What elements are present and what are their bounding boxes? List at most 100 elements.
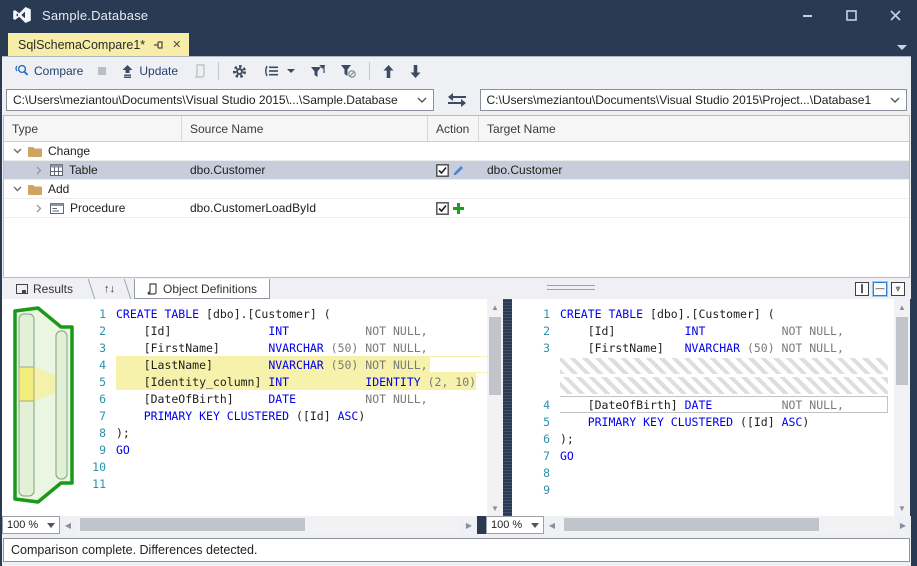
app-window: Sample.Database SqlSchemaCompare1* ✕ Com… xyxy=(0,0,917,566)
target-definition-pane[interactable]: 1CREATE TABLE [dbo].[Customer] (2 [Id] I… xyxy=(512,299,894,516)
tab-results-label: Results xyxy=(33,282,73,296)
tab-object-definitions[interactable]: Object Definitions xyxy=(134,279,270,299)
splitter-grip[interactable] xyxy=(547,285,595,293)
line-number: 9 xyxy=(86,443,106,457)
clear-filter-icon xyxy=(341,65,356,78)
scrollbar-thumb[interactable] xyxy=(489,317,501,395)
scrollbar-thumb[interactable] xyxy=(80,518,305,531)
group-results-button[interactable] xyxy=(257,62,301,80)
options-button[interactable] xyxy=(226,61,253,82)
pane-splitter[interactable] xyxy=(503,299,512,516)
expander-icon[interactable] xyxy=(34,166,44,175)
column-header-action[interactable]: Action xyxy=(428,116,479,141)
diff-grid-row[interactable]: Change xyxy=(4,142,909,161)
type-cell: Table xyxy=(69,163,98,177)
collapse-pane-button[interactable]: ⩔ xyxy=(891,282,905,296)
line-number: 6 xyxy=(86,392,106,406)
source-horizontal-scrollbar[interactable] xyxy=(76,516,461,534)
scroll-right-icon[interactable]: ▶ xyxy=(461,516,477,534)
chevron-down-icon xyxy=(417,97,427,103)
diff-grid-row[interactable]: Add xyxy=(4,180,909,199)
tab-sort[interactable]: ↑↓ xyxy=(98,279,121,299)
scroll-left-icon[interactable]: ◀ xyxy=(544,516,560,534)
source-definition-pane[interactable]: 1CREATE TABLE [dbo].[Customer] (2 [Id] I… xyxy=(2,299,487,516)
column-header-source-name[interactable]: Source Name xyxy=(182,116,428,141)
split-horizontal-button[interactable]: — xyxy=(873,282,887,296)
target-zoom-select[interactable]: 100 % xyxy=(486,516,544,534)
type-cell: Change xyxy=(48,144,90,158)
target-path: C:\Users\meziantou\Documents\Visual Stud… xyxy=(487,93,885,107)
expander-icon[interactable] xyxy=(34,204,44,213)
target-code-line: 8 xyxy=(530,464,894,481)
diff-overview-map[interactable] xyxy=(6,303,82,511)
target-code-line: 4 [DateOfBirth] DATE NOT NULL, xyxy=(530,396,894,413)
minimize-button[interactable] xyxy=(785,0,829,30)
expander-icon[interactable] xyxy=(12,148,22,154)
filter-button[interactable] xyxy=(305,62,331,81)
diff-grid-row[interactable]: Proceduredbo.CustomerLoadById xyxy=(4,199,909,218)
previous-difference-button[interactable] xyxy=(377,62,400,81)
split-vertical-button[interactable]: ❙ xyxy=(855,282,869,296)
diff-grid-row[interactable]: Tabledbo.Customerdbo.Customer xyxy=(4,161,909,180)
source-code-line: 10 xyxy=(86,458,487,475)
include-checkbox[interactable] xyxy=(436,164,449,177)
tab-list-dropdown-icon[interactable] xyxy=(897,45,907,50)
tab-close-icon[interactable]: ✕ xyxy=(172,38,181,51)
edit-pencil-icon xyxy=(452,164,465,177)
status-message: Comparison complete. Differences detecte… xyxy=(11,543,257,557)
maximize-button[interactable] xyxy=(829,0,873,30)
close-button[interactable] xyxy=(873,0,917,30)
source-vertical-scrollbar[interactable]: ▲ ▼ xyxy=(487,299,503,516)
scroll-left-icon[interactable]: ◀ xyxy=(60,516,76,534)
target-code-line: 9 xyxy=(530,481,894,498)
target-horizontal-scrollbar[interactable] xyxy=(560,516,895,534)
target-name-cell: dbo.Customer xyxy=(487,163,562,177)
diff-grid-body: ChangeTabledbo.Customerdbo.CustomerAddPr… xyxy=(4,142,909,218)
source-database-select[interactable]: C:\Users\meziantou\Documents\Visual Stud… xyxy=(6,89,434,111)
next-difference-button[interactable] xyxy=(404,62,427,81)
pane-splitter xyxy=(477,516,486,534)
object-definitions-icon xyxy=(147,283,158,295)
toolbar-separator xyxy=(218,62,219,80)
column-header-target-name[interactable]: Target Name xyxy=(479,116,909,141)
column-header-type[interactable]: Type xyxy=(4,116,182,141)
swap-source-target-button[interactable] xyxy=(440,88,474,112)
scrollbar-thumb[interactable] xyxy=(564,518,819,531)
source-code-line: 1CREATE TABLE [dbo].[Customer] ( xyxy=(86,305,487,322)
results-icon xyxy=(16,284,28,294)
visual-studio-logo-icon xyxy=(12,7,32,23)
expander-icon[interactable] xyxy=(12,186,22,192)
chevron-down-icon xyxy=(890,97,900,103)
scroll-up-icon[interactable]: ▲ xyxy=(894,299,910,315)
source-zoom-select[interactable]: 100 % xyxy=(2,516,60,534)
line-number: 8 xyxy=(530,466,550,480)
target-database-select[interactable]: C:\Users\meziantou\Documents\Visual Stud… xyxy=(480,89,908,111)
compare-button[interactable]: Compare xyxy=(8,61,89,81)
status-bar: Comparison complete. Differences detecte… xyxy=(3,538,910,562)
document-tab[interactable]: SqlSchemaCompare1* ✕ xyxy=(8,33,189,56)
update-button[interactable]: Update xyxy=(115,61,184,81)
scroll-right-icon[interactable]: ▶ xyxy=(895,516,911,534)
scroll-down-icon[interactable]: ▼ xyxy=(487,500,503,516)
target-vertical-scrollbar[interactable]: ▲ ▼ xyxy=(894,299,910,516)
clear-filter-button[interactable] xyxy=(335,62,362,81)
line-number: 7 xyxy=(86,409,106,423)
tab-results[interactable]: Results xyxy=(4,279,85,299)
include-checkbox[interactable] xyxy=(436,202,449,215)
arrow-up-icon xyxy=(383,65,394,78)
diff-grid: Type Source Name Action Target Name Chan… xyxy=(3,115,910,278)
line-number: 5 xyxy=(86,375,106,389)
line-number: 4 xyxy=(530,398,550,412)
scrollbar-thumb[interactable] xyxy=(896,317,908,385)
chevron-down-icon xyxy=(531,523,539,528)
scroll-down-icon[interactable]: ▼ xyxy=(894,500,910,516)
source-code-line: 3 [FirstName] NVARCHAR (50) NOT NULL, xyxy=(86,339,487,356)
target-code-line: 2 [Id] INT NOT NULL, xyxy=(530,322,894,339)
pin-icon[interactable] xyxy=(153,39,164,50)
line-number: 2 xyxy=(86,324,106,338)
source-code-line: 11 xyxy=(86,475,487,492)
filter-icon xyxy=(311,65,325,78)
scroll-up-icon[interactable]: ▲ xyxy=(487,299,503,315)
target-code-line: 7GO xyxy=(530,447,894,464)
line-number: 10 xyxy=(86,460,106,474)
